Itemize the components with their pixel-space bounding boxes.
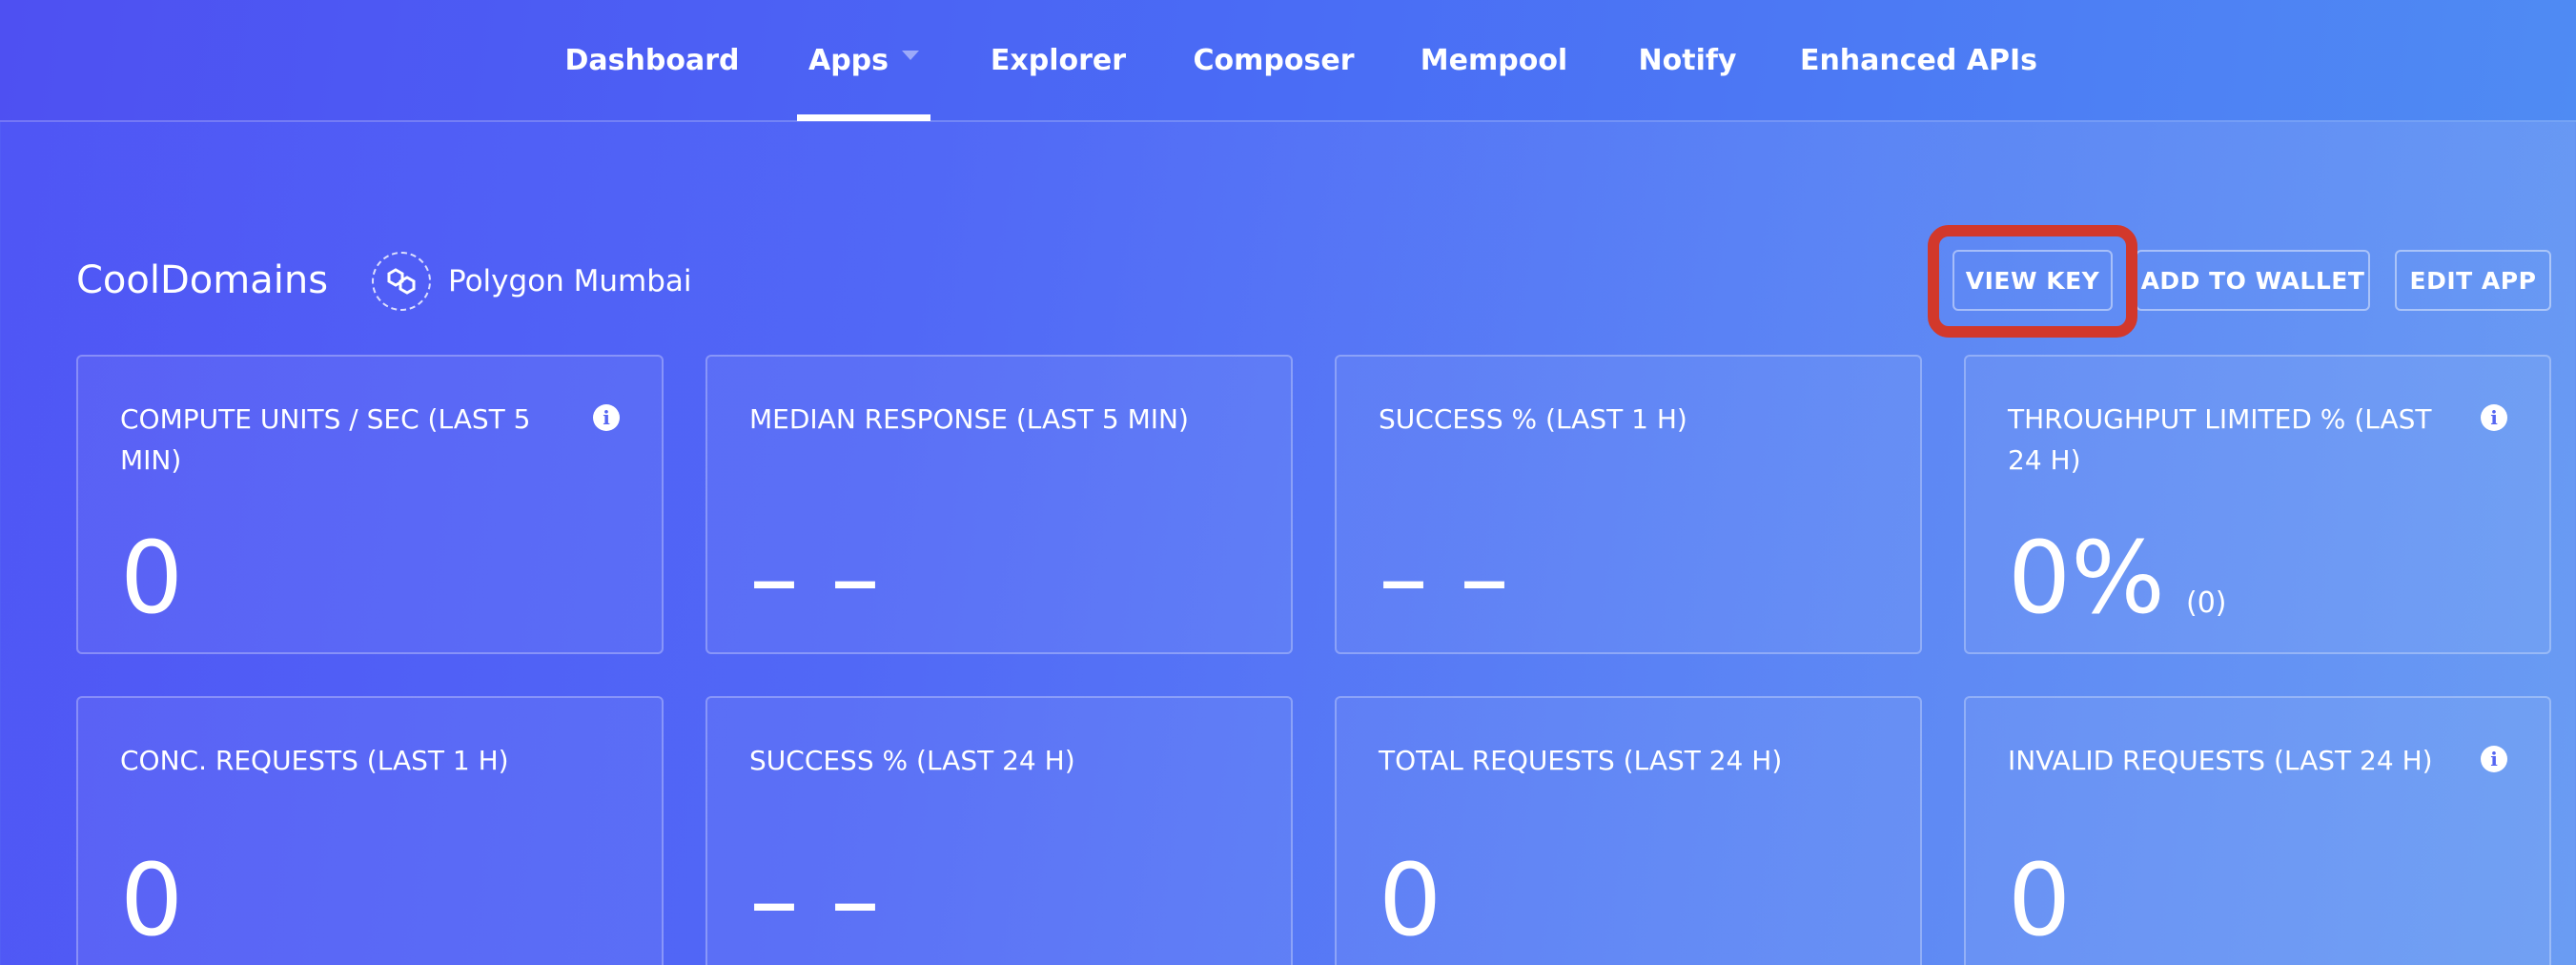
polygon-logo-icon <box>372 252 431 311</box>
nav-dashboard-label: Dashboard <box>564 43 740 77</box>
active-tab-indicator <box>797 114 930 121</box>
metric-card-median-response: MEDIAN RESPONSE (LAST 5 MIN) – – <box>705 355 1293 654</box>
info-icon[interactable]: i <box>593 404 620 431</box>
nav-notify-label: Notify <box>1638 43 1737 77</box>
metric-card-invalid-requests: INVALID REQUESTS (LAST 24 H) i 0 <box>1964 696 2551 965</box>
metric-value: 0 <box>120 520 184 636</box>
metric-subvalue: (0) <box>2186 586 2227 620</box>
metric-value: 0 <box>120 842 184 958</box>
metric-value: – – <box>749 842 881 958</box>
metric-value-wrap: 0% (0) <box>2008 521 2227 661</box>
metric-card-compute-units: COMPUTE UNITS / SEC (LAST 5 MIN) i 0 <box>76 355 664 654</box>
app-title: CoolDomains <box>76 258 329 302</box>
info-icon[interactable]: i <box>2481 746 2507 772</box>
metric-value: 0 <box>2008 842 2072 958</box>
chevron-down-icon <box>902 51 920 60</box>
metric-title: INVALID REQUESTS (LAST 24 H) <box>2008 745 2433 776</box>
metric-value: – – <box>749 520 881 636</box>
top-navigation: Dashboard Apps Explorer Composer Mempool… <box>0 0 2576 122</box>
nav-notify[interactable]: Notify <box>1638 0 1737 120</box>
metric-title: SUCCESS % (LAST 24 H) <box>749 745 1075 776</box>
metric-card-concurrent-requests: CONC. REQUESTS (LAST 1 H) 0 <box>76 696 664 965</box>
nav-mempool[interactable]: Mempool <box>1421 0 1567 120</box>
nav-apps-label: Apps <box>808 43 889 77</box>
nav-apps[interactable]: Apps <box>797 0 930 120</box>
metric-title: MEDIAN RESPONSE (LAST 5 MIN) <box>749 403 1189 435</box>
nav-explorer[interactable]: Explorer <box>991 0 1126 120</box>
nav-composer[interactable]: Composer <box>1194 0 1355 120</box>
metric-value: 0 <box>1379 842 1442 958</box>
add-to-wallet-button[interactable]: ADD TO WALLET <box>2136 250 2370 311</box>
network-badge: Polygon Mumbai <box>372 250 692 313</box>
metric-card-throughput-limited: THROUGHPUT LIMITED % (LAST 24 H) i 0% (0) <box>1964 355 2551 654</box>
view-key-button[interactable]: VIEW KEY <box>1952 250 2113 311</box>
metric-value: – – <box>1379 520 1510 636</box>
metric-card-total-requests: TOTAL REQUESTS (LAST 24 H) 0 <box>1335 696 1922 965</box>
nav-enhanced-apis-label: Enhanced APIs <box>1799 43 2038 77</box>
metric-card-success-1h: SUCCESS % (LAST 1 H) – – <box>1335 355 1922 654</box>
nav-explorer-label: Explorer <box>990 43 1127 77</box>
metric-card-success-24h: SUCCESS % (LAST 24 H) – – <box>705 696 1293 965</box>
nav-dashboard[interactable]: Dashboard <box>565 0 740 120</box>
metric-title: COMPUTE UNITS / SEC (LAST 5 MIN) <box>120 403 531 476</box>
edit-app-button[interactable]: EDIT APP <box>2395 250 2551 311</box>
nav-mempool-label: Mempool <box>1420 43 1568 77</box>
metric-title: TOTAL REQUESTS (LAST 24 H) <box>1379 745 1783 776</box>
metric-title: CONC. REQUESTS (LAST 1 H) <box>120 745 509 776</box>
nav-enhanced-apis[interactable]: Enhanced APIs <box>1800 0 2037 120</box>
info-icon[interactable]: i <box>2481 404 2507 431</box>
network-name: Polygon Mumbai <box>448 264 692 298</box>
metric-title: SUCCESS % (LAST 1 H) <box>1379 403 1687 435</box>
metric-title: THROUGHPUT LIMITED % (LAST 24 H) <box>2008 403 2432 476</box>
nav-composer-label: Composer <box>1193 43 1355 77</box>
metric-value: 0% <box>2008 520 2165 636</box>
